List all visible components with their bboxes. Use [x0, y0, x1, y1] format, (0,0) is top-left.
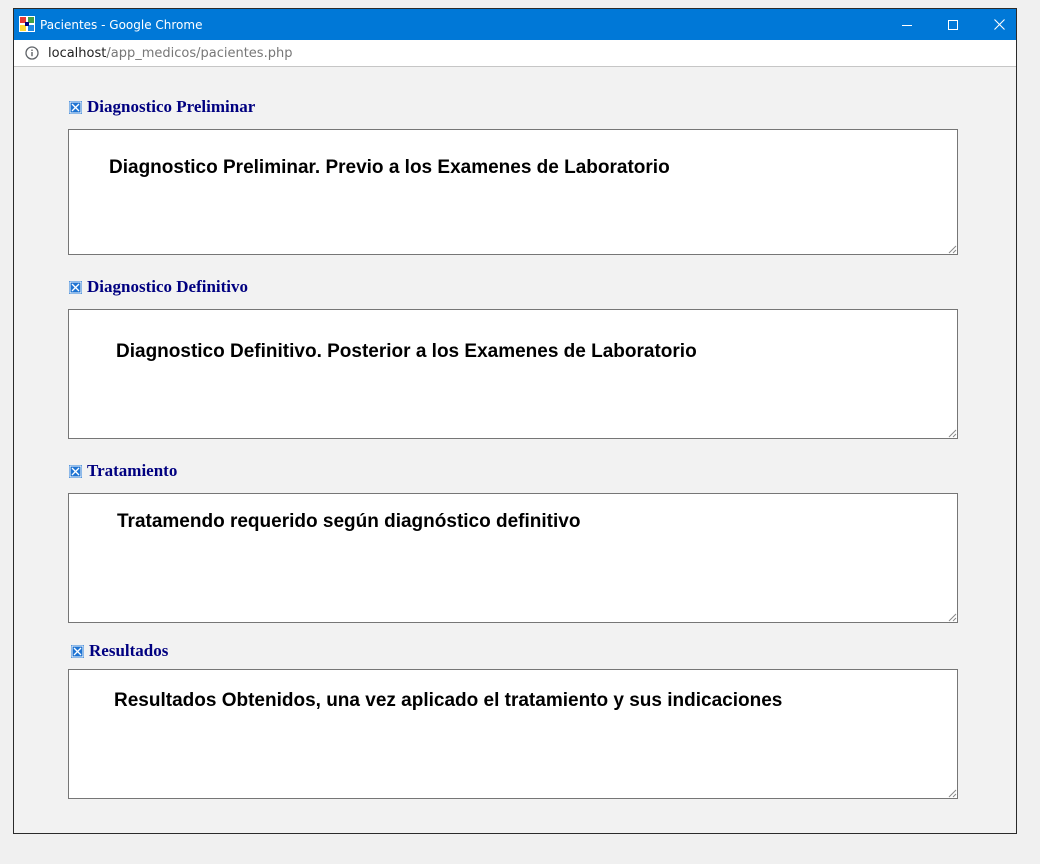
title-bar[interactable]: Pacientes - Google Chrome	[14, 9, 1016, 40]
address-bar[interactable]: localhost/app_medicos/pacientes.php	[14, 40, 1016, 67]
app-favicon-icon	[19, 16, 35, 32]
diagnostico-preliminar-textarea[interactable]: Diagnostico Preliminar. Previo a los Exa…	[68, 129, 958, 255]
url-path: /app_medicos/pacientes.php	[106, 46, 293, 61]
label-diagnostico-preliminar: Diagnostico Preliminar	[69, 97, 255, 117]
minimize-button[interactable]	[884, 9, 930, 40]
section-label-text: Diagnostico Definitivo	[87, 277, 249, 296]
url-host: localhost	[48, 46, 107, 61]
page-content: Diagnostico Preliminar Diagnostico Preli…	[14, 67, 1016, 833]
checkbox-x-icon	[69, 464, 82, 478]
label-resultados: Resultados	[71, 641, 168, 661]
section-label-text: Tratamiento	[87, 461, 178, 480]
section-label-text: Diagnostico Preliminar	[87, 97, 256, 116]
close-icon	[993, 19, 1005, 30]
url-text[interactable]: localhost/app_medicos/pacientes.php	[48, 46, 292, 61]
minimize-icon	[902, 24, 912, 26]
label-diagnostico-definitivo: Diagnostico Definitivo	[69, 277, 248, 297]
tratamiento-textarea[interactable]: Tratamendo requerido según diagnóstico d…	[68, 493, 958, 623]
diagnostico-definitivo-textarea[interactable]: Diagnostico Definitivo. Posterior a los …	[68, 309, 958, 439]
checkbox-x-icon	[69, 280, 82, 294]
maximize-button[interactable]	[930, 9, 976, 40]
label-tratamiento: Tratamiento	[69, 461, 177, 481]
info-icon[interactable]	[25, 46, 39, 60]
checkbox-x-icon	[69, 100, 82, 114]
maximize-icon	[948, 19, 958, 30]
checkbox-x-icon	[71, 644, 84, 658]
section-label-text: Resultados	[89, 641, 169, 660]
window-title: Pacientes - Google Chrome	[40, 18, 203, 32]
close-button[interactable]	[976, 9, 1016, 40]
resultados-textarea[interactable]: Resultados Obtenidos, una vez aplicado e…	[68, 669, 958, 799]
browser-window: Pacientes - Google Chrome localhost/app_…	[13, 8, 1017, 834]
